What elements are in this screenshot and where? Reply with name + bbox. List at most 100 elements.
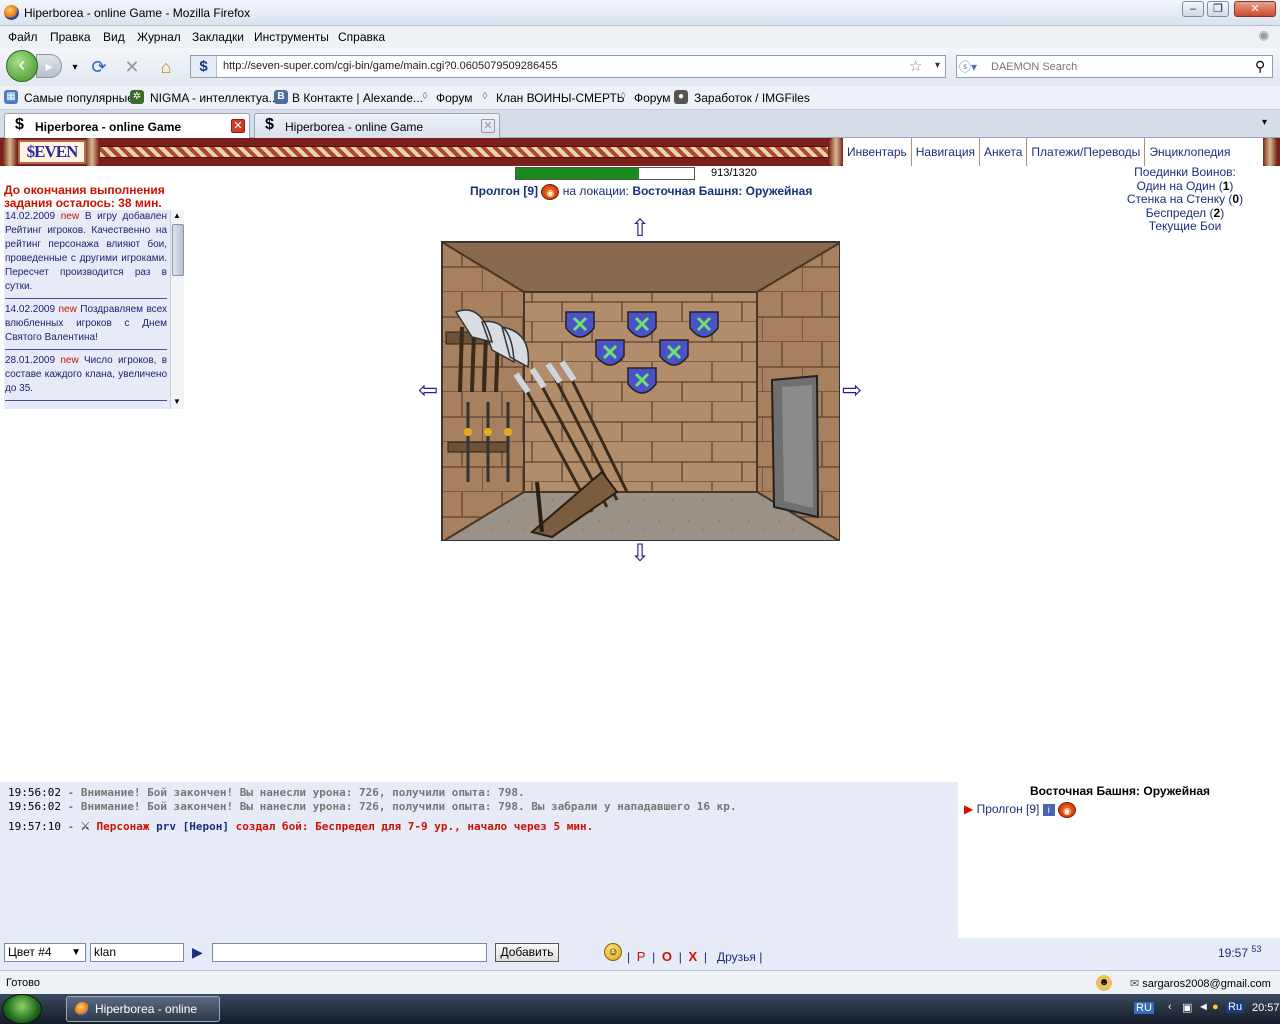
r-link[interactable]: Р: [637, 949, 646, 964]
move-east-arrow-icon[interactable]: ⇨: [838, 377, 866, 405]
reload-icon[interactable]: ⟳: [88, 56, 110, 78]
taskbar-item-firefox[interactable]: Hiperborea - online Ga...: [66, 996, 220, 1022]
bookmark-imgfiles[interactable]: Заработок / IMGFiles: [694, 91, 810, 105]
home-icon[interactable]: ⌂: [155, 56, 177, 78]
language-indicator[interactable]: RU: [1134, 1002, 1154, 1014]
tab-hiperborea-1[interactable]: $ Hiperborea - online Game ✕: [4, 113, 250, 138]
site-identity-icon[interactable]: $: [191, 56, 217, 77]
tab-list-icon[interactable]: ▾: [1262, 117, 1267, 128]
add-message-button[interactable]: Добавить: [495, 943, 559, 962]
menu-bookmarks[interactable]: Закладки: [192, 30, 244, 44]
minimize-button[interactable]: –: [1182, 1, 1204, 17]
o-link[interactable]: О: [662, 949, 672, 964]
search-input[interactable]: [991, 58, 1249, 75]
forward-button[interactable]: ▸: [36, 54, 62, 78]
tab-hiperborea-2[interactable]: $ Hiperborea - online Game ✕: [254, 113, 500, 138]
history-dropdown-icon[interactable]: ▾: [64, 57, 86, 79]
url-dropdown-icon[interactable]: ▾: [935, 60, 940, 71]
url-text[interactable]: http://seven-super.com/cgi-bin/game/main…: [223, 60, 558, 72]
bookmark-popular[interactable]: Самые популярные: [24, 91, 134, 105]
stop-icon[interactable]: ✕: [121, 56, 143, 78]
close-tab-icon[interactable]: ✕: [481, 119, 495, 133]
duel-label[interactable]: Один на Один: [1137, 179, 1216, 193]
scroll-down-icon[interactable]: ▼: [173, 397, 181, 406]
search-icon[interactable]: ⚲: [1255, 58, 1265, 75]
chat-log[interactable]: 19:56:02 - Внимание! Бой закончен! Вы на…: [0, 782, 958, 938]
menu-profile[interactable]: Анкета: [980, 138, 1028, 166]
close-window-button[interactable]: ✕: [1234, 1, 1276, 17]
friends-link[interactable]: Друзья: [717, 950, 756, 964]
armory-room-illustration: [442, 242, 839, 540]
menu-history[interactable]: Журнал: [137, 30, 181, 44]
message-input[interactable]: [212, 943, 487, 962]
menu-payments[interactable]: Платежи/Переводы: [1027, 138, 1146, 166]
close-tab-icon[interactable]: ✕: [231, 119, 245, 133]
duel-count: 1: [1222, 178, 1230, 193]
online-player-name[interactable]: Пролгон [9]: [977, 802, 1040, 816]
news-panel: 14.02.2009 new В игру добавлен Рейтинг и…: [4, 210, 184, 409]
addon-icon[interactable]: ☻: [1096, 975, 1112, 991]
color-select[interactable]: Цвет #4 ▼: [4, 943, 86, 962]
game-logo[interactable]: $EVEN: [18, 140, 86, 164]
news-date: 14.02.2009: [5, 211, 56, 222]
gmail-notifier[interactable]: ✉ sargaros2008@gmail.com: [1130, 977, 1271, 990]
location-prefix: на локации:: [562, 184, 629, 199]
menu-inventory[interactable]: Инвентарь: [843, 138, 912, 166]
bookmark-nigma[interactable]: NIGMA - интеллектуа...: [150, 91, 279, 105]
system-tray: RU ‹ ▣ ◄ ● Ru 20:57: [1130, 994, 1280, 1024]
chevron-down-icon[interactable]: ▼: [71, 944, 81, 961]
menu-help[interactable]: Справка: [338, 30, 385, 44]
bookmark-forum-2[interactable]: Форум: [634, 91, 670, 105]
color-select-value[interactable]: Цвет #4: [8, 945, 52, 959]
duel-chaos[interactable]: Беспредел (2): [1100, 206, 1270, 221]
bookmark-star-icon[interactable]: ☆: [909, 57, 922, 75]
menu-file[interactable]: Файл: [8, 30, 38, 44]
chat-character-link[interactable]: prv [Нерон]: [156, 820, 229, 833]
info-icon[interactable]: i: [1042, 804, 1055, 816]
email-address[interactable]: sargaros2008@gmail.com: [1142, 978, 1271, 990]
current-fights-link[interactable]: Текущие Бои: [1100, 219, 1270, 234]
duel-one-on-one[interactable]: Один на Один (1): [1100, 178, 1270, 194]
volume-icon[interactable]: ◄: [1198, 1001, 1209, 1013]
scroll-up-icon[interactable]: ▲: [173, 211, 181, 220]
move-north-arrow-icon[interactable]: ⇧: [626, 215, 654, 243]
system-clock[interactable]: 20:57: [1252, 1002, 1280, 1014]
mail-icon: ✉: [1130, 978, 1140, 990]
character-name[interactable]: Пролгон [9]: [470, 184, 538, 198]
duel-label[interactable]: Беспредел: [1146, 206, 1206, 220]
smiley-icon[interactable]: ☺: [604, 943, 622, 961]
bookmark-forum-1[interactable]: Форум: [436, 91, 472, 105]
menu-edit[interactable]: Правка: [50, 30, 91, 44]
search-engine-icon[interactable]: ⓢ▾: [959, 58, 989, 75]
move-west-arrow-icon[interactable]: ⇦: [414, 377, 442, 405]
scroll-thumb[interactable]: [172, 224, 184, 276]
keyboard-layout-indicator[interactable]: Ru: [1226, 1001, 1245, 1013]
maximize-button[interactable]: ❐: [1207, 1, 1229, 17]
address-bar[interactable]: $ http://seven-super.com/cgi-bin/game/ma…: [190, 55, 946, 78]
menu-encyclopedia[interactable]: Энциклопедия: [1145, 138, 1234, 166]
duel-wall[interactable]: Стенка на Стенку (0): [1100, 192, 1270, 207]
firefox-icon: [4, 5, 19, 20]
duel-label[interactable]: Стенка на Стенку: [1127, 192, 1225, 206]
start-button[interactable]: [2, 994, 42, 1024]
tray-chevron-icon[interactable]: ‹: [1168, 1001, 1172, 1013]
send-arrow-icon[interactable]: ▶: [192, 944, 203, 961]
channel-field[interactable]: klan: [90, 943, 184, 962]
back-button[interactable]: ‹: [6, 50, 38, 82]
menu-view[interactable]: Вид: [103, 30, 125, 44]
menu-tools[interactable]: Инструменты: [254, 30, 329, 44]
clan-emblem-icon[interactable]: ◉: [541, 184, 560, 200]
search-box[interactable]: ⓢ▾ ⚲: [956, 55, 1273, 78]
chat-message: 19:56:02 - Внимание! Бой закончен! Вы на…: [8, 800, 737, 813]
bookmark-clan[interactable]: Клан ВОИНЫ-СМЕРТЬ: [496, 91, 625, 105]
network-icon[interactable]: ▣: [1182, 1001, 1192, 1014]
move-south-arrow-icon[interactable]: ⇩: [626, 540, 654, 568]
alert-icon[interactable]: ●: [1212, 1001, 1219, 1013]
news-date: 14.02.2009: [5, 304, 56, 315]
x-link[interactable]: Х: [689, 949, 698, 964]
bookmark-vkontakte[interactable]: В Контакте | Alexande...: [292, 91, 423, 105]
news-scrollbar[interactable]: ▲ ▼: [170, 210, 184, 409]
clan-emblem-icon[interactable]: ◉: [1058, 802, 1077, 818]
channel-value[interactable]: klan: [94, 945, 116, 959]
menu-navigation[interactable]: Навигация: [912, 138, 981, 166]
